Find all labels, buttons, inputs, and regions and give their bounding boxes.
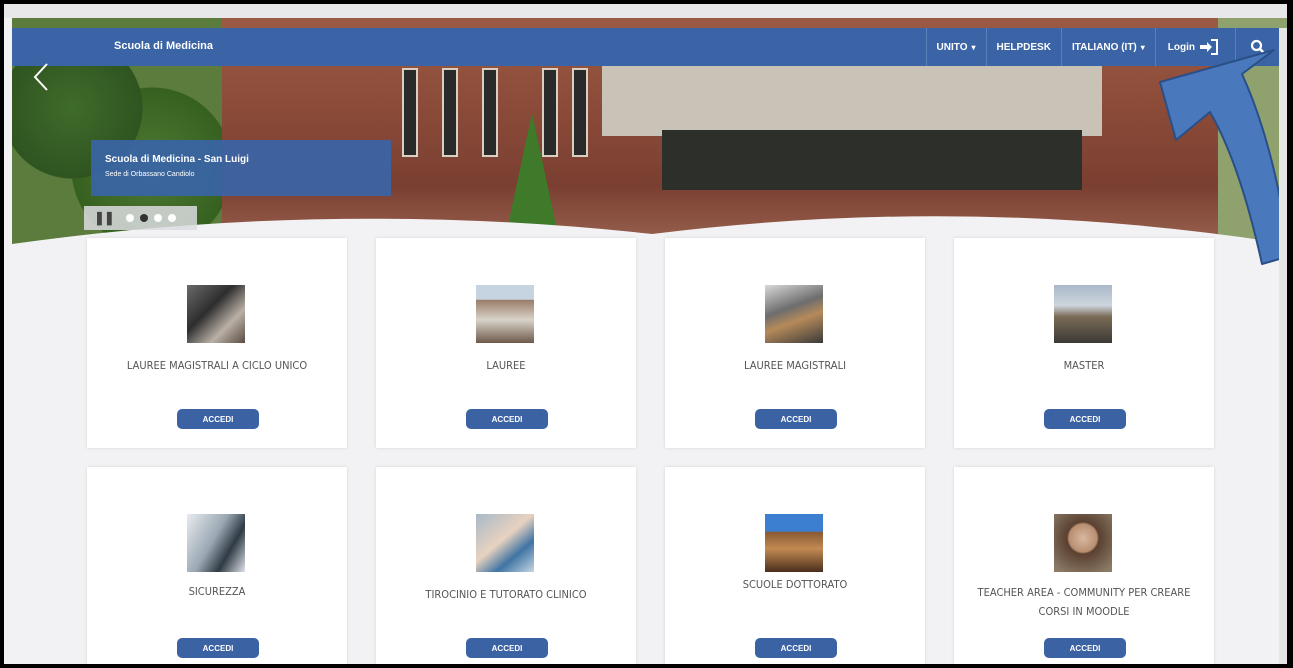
accedi-button[interactable]: ACCEDI (1044, 638, 1126, 658)
card-tirocinio: TIROCINIO E TUTORATO CLINICO ACCEDI (376, 467, 636, 664)
card-label: SCUOLE DOTTORATO (742, 578, 848, 591)
building-entrance-photo (476, 285, 534, 343)
accedi-button[interactable]: ACCEDI (177, 409, 259, 429)
conference-photo (1054, 285, 1112, 343)
carousel-dot[interactable] (153, 214, 162, 222)
pause-icon[interactable]: ❚❚ (94, 210, 115, 226)
card-lauree: LAUREE ACCEDI (376, 238, 636, 448)
site-brand[interactable]: Scuola di Medicina (114, 40, 213, 52)
hero-window (572, 68, 588, 157)
card-label: LAUREE MAGISTRALI A CICLO UNICO (126, 359, 308, 372)
card-label: MASTER (1063, 359, 1105, 372)
accedi-button[interactable]: ACCEDI (755, 638, 837, 658)
card-label: LAUREE (486, 359, 526, 372)
page-scrollbar[interactable] (1279, 28, 1287, 664)
carousel-dot-active[interactable] (139, 214, 148, 222)
carousel-prev-icon[interactable] (32, 62, 50, 98)
nav-item-label: HELPDESK (996, 41, 1051, 53)
nav-item-helpdesk[interactable]: HELPDESK (985, 28, 1061, 66)
browser-top-strip (4, 4, 1287, 18)
hero-building-strip (662, 130, 1082, 190)
card-label: LAUREE MAGISTRALI (743, 359, 847, 372)
carousel-caption: Scuola di Medicina - San Luigi Sede di O… (91, 140, 391, 196)
card-teacher-area: TEACHER AREA - COMMUNITY PER CREARE CORS… (954, 467, 1214, 664)
theatre-photo (765, 514, 823, 572)
browser-frame: Scuola di Medicina UNITO ▾ HELPDESK ITAL… (0, 0, 1293, 668)
card-label: TEACHER AREA - COMMUNITY PER CREARE CORS… (977, 586, 1191, 618)
top-navbar: Scuola di Medicina UNITO ▾ HELPDESK ITAL… (12, 28, 1287, 66)
hero-window (482, 68, 498, 157)
hero-window (402, 68, 418, 157)
caption-title: Scuola di Medicina - San Luigi (105, 154, 249, 165)
card-label: SICUREZZA (188, 585, 246, 598)
caret-down-icon: ▾ (971, 42, 976, 52)
hero-building-wall (602, 66, 1102, 136)
clinical-photo (476, 514, 534, 572)
nav-item-label: UNITO (936, 41, 968, 53)
carousel-dot[interactable] (167, 214, 176, 222)
caption-subtitle: Sede di Orbassano Candiolo (105, 171, 195, 178)
carousel-controls: ❚❚ (84, 206, 197, 230)
card-lauree-magistrali-ciclo-unico: LAUREE MAGISTRALI A CICLO UNICO ACCEDI (87, 238, 347, 448)
accedi-button[interactable]: ACCEDI (177, 638, 259, 658)
accedi-button[interactable]: ACCEDI (755, 409, 837, 429)
card-lauree-magistrali: LAUREE MAGISTRALI ACCEDI (665, 238, 925, 448)
accedi-button[interactable]: ACCEDI (466, 409, 548, 429)
teacher-photo (1054, 514, 1112, 572)
card-sicurezza: SICUREZZA ACCEDI (87, 467, 347, 664)
accedi-button[interactable]: ACCEDI (466, 638, 548, 658)
laboratory-photo (187, 514, 245, 572)
annotation-curved-arrow-icon (1159, 49, 1287, 265)
doctor-desk-photo (187, 285, 245, 343)
lecture-hall-photo (765, 285, 823, 343)
hero-window (442, 68, 458, 157)
card-scuole-dottorato: SCUOLE DOTTORATO ACCEDI (665, 467, 925, 664)
accedi-button[interactable]: ACCEDI (1044, 409, 1126, 429)
card-label: TIROCINIO E TUTORATO CLINICO (425, 588, 587, 601)
nav-item-unito[interactable]: UNITO ▾ (925, 28, 986, 66)
carousel-dot[interactable] (125, 214, 134, 222)
